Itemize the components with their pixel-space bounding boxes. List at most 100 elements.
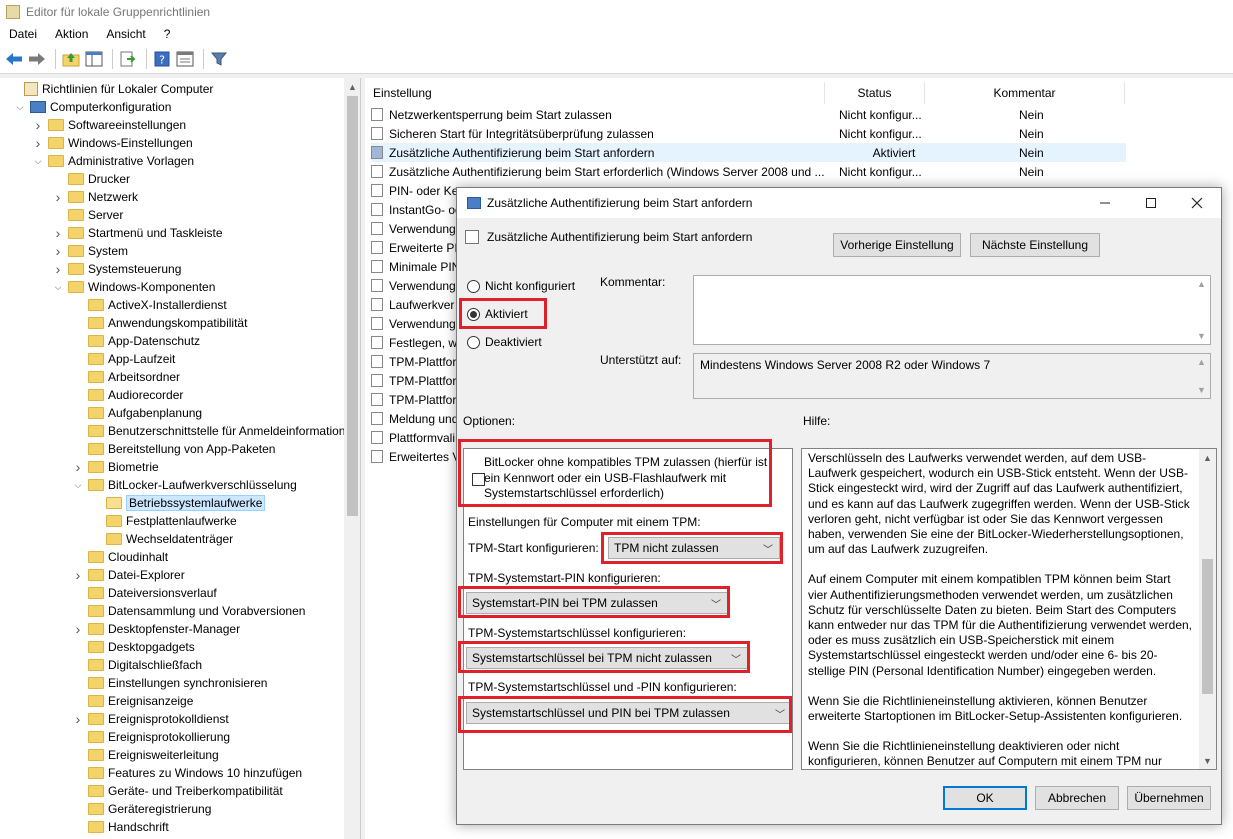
tree-item[interactable]: › Datei-Explorer — [72, 566, 185, 584]
export-list-icon[interactable] — [118, 49, 138, 69]
tree-item[interactable]: Ereignisanzeige — [72, 692, 193, 710]
menu-datei[interactable]: Datei — [0, 27, 46, 41]
tree-item[interactable]: › Systemsteuerung — [52, 260, 182, 278]
tree-item[interactable]: Bereitstellung von App-Paketen — [72, 440, 275, 458]
tree-item[interactable]: Digitalschließfach — [72, 656, 202, 674]
maximize-icon[interactable] — [1128, 188, 1174, 218]
tree-item[interactable]: Server — [52, 206, 123, 224]
chevron-down-icon[interactable]: ⌵ — [32, 156, 44, 167]
tree-item[interactable]: Einstellungen synchronisieren — [72, 674, 267, 692]
chevron-down-icon[interactable]: ⌵ — [52, 282, 64, 293]
column-header-setting[interactable]: Einstellung — [365, 82, 825, 104]
chevron-right-icon[interactable]: › — [72, 711, 84, 727]
tree-item[interactable]: ⌵ Windows-Komponenten — [52, 278, 216, 296]
tree-item[interactable]: Dateiversionsverlauf — [72, 584, 217, 602]
radio-not-configured[interactable]: Nicht konfiguriert — [467, 279, 575, 293]
chevron-down-icon[interactable]: ⌵ — [72, 480, 84, 491]
help-scrollbar-thumb[interactable] — [1202, 559, 1213, 694]
tree-item[interactable]: › System — [52, 242, 128, 260]
ok-button[interactable]: OK — [943, 786, 1027, 810]
tree-item[interactable]: › Biometrie — [72, 458, 159, 476]
forward-arrow-icon[interactable] — [27, 49, 47, 69]
apply-button[interactable]: Übernehmen — [1127, 786, 1211, 810]
back-arrow-icon[interactable] — [4, 49, 24, 69]
tree-item[interactable]: Wechseldatenträger — [90, 530, 233, 548]
minimize-icon[interactable] — [1082, 188, 1128, 218]
column-header-status[interactable]: Status — [825, 82, 925, 104]
tree-item[interactable]: App-Datenschutz — [72, 332, 200, 350]
up-folder-icon[interactable] — [61, 49, 81, 69]
tree-item[interactable]: Betriebssystemlaufwerke — [90, 494, 266, 512]
supported-scrollbar[interactable]: ▲ ▼ — [1193, 354, 1210, 398]
tree-item-label: Systemsteuerung — [88, 262, 182, 276]
tree-item[interactable]: Festplattenlaufwerke — [90, 512, 237, 530]
tree-item-label: Ereignisweiterleitung — [108, 748, 219, 762]
help-scrollbar[interactable]: ▲ ▼ — [1199, 449, 1216, 769]
tree-item[interactable]: Cloudinhalt — [72, 548, 168, 566]
tree-item[interactable]: Desktopgadgets — [72, 638, 195, 656]
chevron-down-icon[interactable]: ▼ — [1199, 752, 1216, 769]
chevron-up-icon[interactable]: ▲ — [1199, 449, 1216, 466]
policy-setting-icon — [371, 412, 383, 425]
next-setting-button[interactable]: Nächste Einstellung — [970, 233, 1100, 257]
tree-item[interactable]: ⌵ Computerkonfiguration — [14, 98, 172, 116]
table-row[interactable]: Sicheren Start für Integritätsüberprüfun… — [371, 124, 1126, 143]
previous-setting-button[interactable]: Vorherige Einstellung — [833, 233, 961, 257]
tree-item[interactable]: Richtlinien für Lokaler Computer — [8, 80, 213, 98]
chevron-down-icon[interactable]: ⌵ — [14, 102, 26, 113]
menu-ansicht[interactable]: Ansicht — [97, 27, 154, 41]
table-row[interactable]: Netzwerkentsperrung beim Start zulassen N… — [371, 105, 1126, 124]
chevron-right-icon[interactable]: › — [52, 243, 64, 259]
tree-item[interactable]: Geräteregistrierung — [72, 800, 211, 818]
tree-item[interactable]: Handschrift — [72, 818, 169, 836]
filter-icon[interactable] — [209, 49, 229, 69]
tree-item[interactable]: › Ereignisprotokolldienst — [72, 710, 229, 728]
chevron-right-icon[interactable]: › — [32, 135, 44, 151]
help-icon[interactable]: ? — [152, 49, 172, 69]
tree-item[interactable]: › Startmenü und Taskleiste — [52, 224, 223, 242]
column-header-comment[interactable]: Kommentar — [925, 82, 1125, 104]
menu-help[interactable]: ? — [155, 27, 180, 41]
tree-item[interactable]: ActiveX-Installerdienst — [72, 296, 227, 314]
table-row[interactable]: Zusätzliche Authentifizierung beim Start… — [371, 162, 1126, 181]
tree-item[interactable]: › Desktopfenster-Manager — [72, 620, 240, 638]
tree-item[interactable]: ⌵ Administrative Vorlagen — [32, 152, 195, 170]
chevron-up-icon[interactable]: ▲ — [344, 78, 360, 95]
radio-disabled[interactable]: Deaktiviert — [467, 335, 542, 349]
close-icon[interactable] — [1174, 188, 1220, 218]
chevron-right-icon[interactable]: › — [52, 189, 64, 205]
cancel-button[interactable]: Abbrechen — [1035, 786, 1119, 810]
chevron-right-icon[interactable]: › — [52, 261, 64, 277]
tree-item[interactable]: Datensammlung und Vorabversionen — [72, 602, 305, 620]
tree-item[interactable]: Drucker — [52, 170, 130, 188]
tree-item[interactable]: Aufgabenplanung — [72, 404, 202, 422]
tree-item[interactable]: Audiorecorder — [72, 386, 183, 404]
properties-icon[interactable] — [175, 49, 195, 69]
comment-textarea[interactable]: ▲ ▼ — [693, 275, 1211, 345]
show-hide-tree-icon[interactable] — [84, 49, 104, 69]
tree-item[interactable]: › Softwareeinstellungen — [32, 116, 186, 134]
tree-item[interactable]: › Windows-Einstellungen — [32, 134, 193, 152]
tree-item[interactable]: Ereignisweiterleitung — [72, 746, 219, 764]
tree-scrollbar[interactable]: ▲ — [344, 78, 360, 839]
menu-aktion[interactable]: Aktion — [46, 27, 97, 41]
table-row[interactable]: Zusätzliche Authentifizierung beim Start… — [371, 143, 1126, 162]
tree-item[interactable]: Anwendungskompatibilität — [72, 314, 247, 332]
tree-item[interactable]: Ereignisprotokollierung — [72, 728, 230, 746]
chevron-right-icon[interactable]: › — [72, 459, 84, 475]
chevron-right-icon[interactable]: › — [72, 567, 84, 583]
chevron-right-icon[interactable]: › — [32, 117, 44, 133]
comment-scrollbar[interactable]: ▲ ▼ — [1193, 276, 1210, 344]
tree-item[interactable]: › Netzwerk — [52, 188, 138, 206]
tree-item[interactable]: Geräte- und Treiberkompatibilität — [72, 782, 283, 800]
tree-item[interactable]: ⌵ BitLocker-Laufwerkverschlüsselung — [72, 476, 297, 494]
tree-item[interactable]: Arbeitsordner — [72, 368, 180, 386]
folder-icon — [68, 191, 84, 203]
chevron-right-icon[interactable]: › — [72, 621, 84, 637]
tree-scrollbar-thumb[interactable] — [347, 96, 358, 516]
tree-item[interactable]: App-Laufzeit — [72, 350, 175, 368]
tree-item[interactable]: Features zu Windows 10 hinzufügen — [72, 764, 302, 782]
radio-disabled-label: Deaktiviert — [485, 335, 542, 349]
chevron-right-icon[interactable]: › — [52, 225, 64, 241]
tree-item[interactable]: Benutzerschnittstelle für Anmeldeinforma… — [72, 422, 345, 440]
